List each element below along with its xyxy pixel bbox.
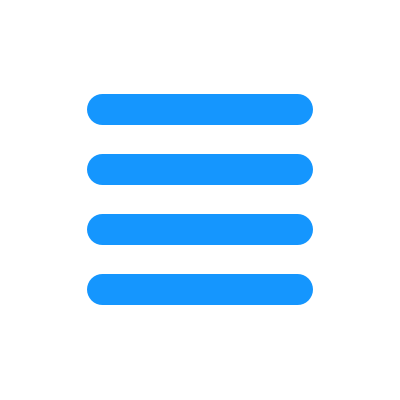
menu-icon-bar bbox=[87, 274, 313, 305]
menu-icon-bar bbox=[87, 214, 313, 245]
menu-icon-bar bbox=[87, 154, 313, 185]
menu-icon-bar bbox=[87, 94, 313, 125]
menu-button[interactable] bbox=[87, 94, 313, 306]
hamburger-menu-icon bbox=[87, 94, 313, 306]
icon-canvas bbox=[0, 0, 400, 400]
